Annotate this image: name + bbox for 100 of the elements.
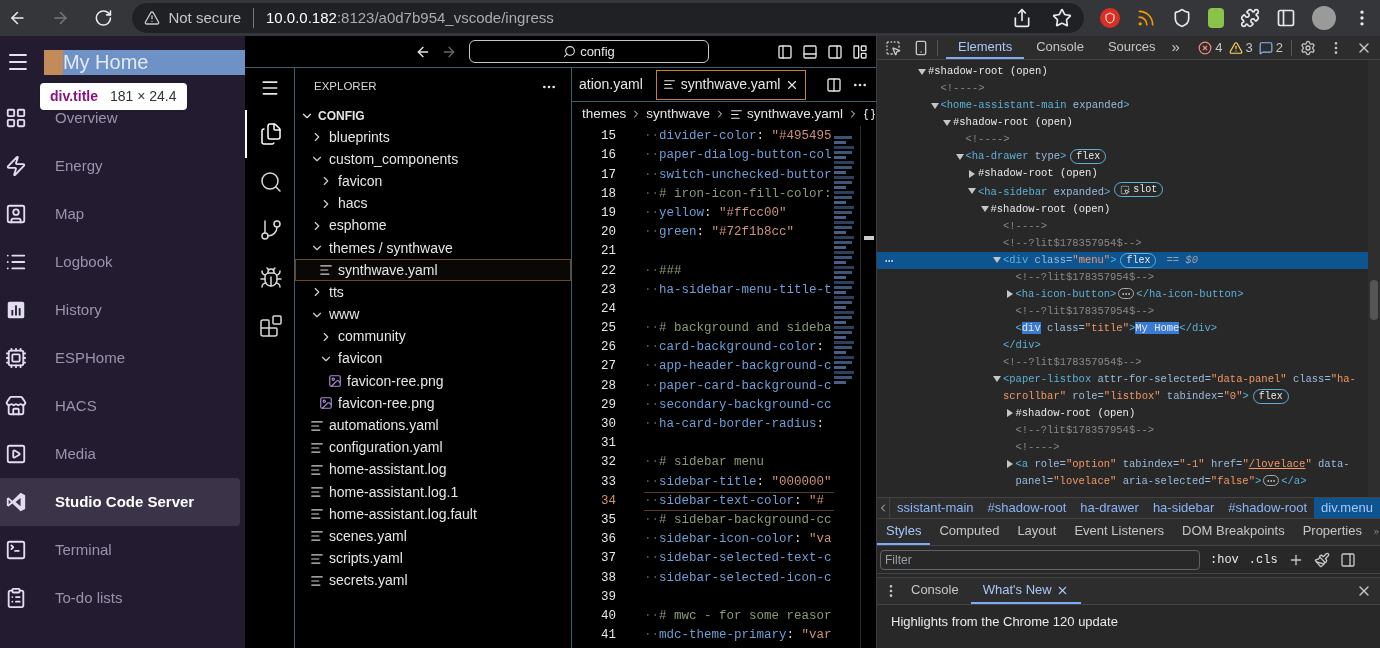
dom-node-row[interactable]: <ha-icon-button> </ha-icon-button> (877, 285, 1368, 303)
reload-button[interactable] (93, 8, 113, 28)
file-item[interactable]: configuration.yaml (295, 436, 571, 459)
file-item[interactable]: home-assistant.log.fault (295, 503, 571, 526)
pane-tab[interactable]: DOM Breakpoints (1173, 519, 1294, 545)
folder-item[interactable]: esphome (295, 214, 571, 237)
expanded-triangle-icon[interactable] (955, 152, 964, 161)
drawer-tab[interactable]: What's New (970, 578, 1081, 604)
nav-item[interactable]: To-do lists (0, 574, 240, 622)
collapsed-triangle-icon[interactable] (968, 169, 976, 178)
device-icon[interactable] (913, 39, 929, 56)
folder-item[interactable]: tts (295, 281, 571, 304)
nav-item[interactable]: Logbook (0, 238, 240, 286)
dom-node-row[interactable]: <home-assistant-main expanded> (877, 97, 1368, 114)
pane-tab[interactable]: Computed (930, 519, 1009, 545)
sidebar-toggle-icon[interactable] (1339, 551, 1356, 568)
nav-item[interactable]: Media (0, 430, 240, 478)
dom-node-row[interactable]: <a role="option" tabindex="-1" href="/lovelace" data-panel="lovelace" aria-selected="false"> </a> (877, 455, 1368, 490)
dom-node-row[interactable]: #shadow-root (open) (877, 200, 1368, 218)
dom-node-row[interactable]: <!----> (877, 131, 1368, 148)
pane-tab[interactable]: Event Listeners (1065, 519, 1174, 545)
collapsed-triangle-icon[interactable] (1005, 290, 1014, 298)
filter-field[interactable]: Filter (880, 549, 1200, 570)
folder-item[interactable]: custom_components (295, 148, 571, 171)
editor-tab[interactable]: synthwave.yaml (655, 69, 807, 100)
nav-item[interactable]: Map (0, 190, 240, 238)
section-header[interactable]: CONFIG (295, 106, 571, 126)
nav-item[interactable]: Energy (0, 142, 240, 190)
expanded-triangle-icon[interactable] (930, 101, 939, 110)
extension-icon[interactable] (1100, 8, 1120, 28)
settings-icon[interactable] (1300, 39, 1316, 56)
dom-node-row[interactable]: <!--?lit$178357954$--> (877, 421, 1368, 439)
pane-tab[interactable]: Properties (1293, 519, 1371, 545)
devtools-tab[interactable]: Console (1024, 36, 1096, 59)
command-search-field[interactable]: config (469, 40, 709, 63)
folder-item[interactable]: themes / synthwave (295, 236, 571, 260)
dom-node-row[interactable]: #shadow-root (open) (877, 114, 1368, 131)
inspect-icon[interactable] (885, 39, 901, 56)
devtools-tab[interactable]: Elements (946, 36, 1025, 59)
address-bar[interactable]: Not secure 10.0.0.182:8123/a0d7b954_vscode/ingress (132, 3, 1084, 33)
sidebar-toggle-icon[interactable] (777, 43, 793, 60)
folder-item[interactable]: www (295, 303, 571, 326)
folder-item[interactable]: community (295, 325, 571, 348)
dom-node-row[interactable]: <!--?lit$178357954$--> (877, 353, 1368, 371)
expanded-triangle-icon[interactable] (993, 256, 1001, 264)
file-item[interactable]: favicon-ree.png (295, 392, 571, 415)
extension-icon[interactable] (1208, 8, 1224, 28)
breadcrumb-item[interactable]: synthwave (646, 103, 711, 125)
nav-item[interactable]: History (0, 286, 240, 334)
dom-node-row[interactable]: <ha-drawer type> flex (877, 148, 1368, 165)
breadcrumb-item[interactable]: #shadow-root (980, 498, 1074, 518)
dom-node-row[interactable]: <div class="menu"> flex == $0 (877, 251, 1368, 269)
file-item[interactable]: synthwave.yaml (295, 259, 571, 282)
dom-node-row[interactable]: <!--?lit$178357954$--> (877, 302, 1368, 320)
panel-toggle-icon[interactable] (802, 43, 818, 60)
share-icon[interactable] (1012, 8, 1032, 28)
hov-button[interactable]: :hov (1210, 550, 1239, 569)
dom-node-row[interactable]: #shadow-root (open) (877, 63, 1368, 80)
expanded-triangle-icon[interactable] (918, 67, 926, 76)
layout-icon[interactable] (852, 43, 868, 60)
nav-item[interactable]: ESPHome (0, 334, 240, 382)
shield-icon[interactable] (1172, 8, 1192, 28)
expanded-triangle-icon[interactable] (968, 186, 976, 195)
folder-item[interactable]: blueprints (295, 126, 571, 149)
devtools-tab[interactable]: Sources (1095, 36, 1168, 59)
editor-tab[interactable]: ation.yaml (572, 69, 652, 100)
secondary-sidebar-icon[interactable] (827, 43, 843, 60)
dom-node-row[interactable]: <!----> (877, 217, 1368, 235)
pane-tab[interactable]: Styles (877, 519, 931, 545)
expanded-triangle-icon[interactable] (943, 118, 951, 127)
more-tabs[interactable]: » (1171, 36, 1180, 59)
dom-node-row[interactable]: <!--?lit$178357954$--> (877, 234, 1368, 252)
file-item[interactable]: favicon-ree.png (295, 370, 571, 393)
file-item[interactable]: secrets.yaml (295, 569, 571, 592)
folder-item[interactable]: hacs (295, 192, 571, 215)
breadcrumb-item[interactable]: ssistant-main (890, 498, 981, 518)
drawer-tab[interactable]: Console (899, 578, 971, 604)
folder-item[interactable]: favicon (295, 347, 571, 371)
file-item[interactable]: automations.yaml (295, 414, 571, 437)
breadcrumb-item[interactable]: div.menu (1314, 498, 1380, 518)
breadcrumb-item[interactable]: ha-sidebar (1145, 498, 1222, 518)
folder-item[interactable]: favicon (295, 170, 571, 193)
pane-tab[interactable]: Layout (1008, 519, 1066, 545)
breadcrumb-item[interactable]: ha-drawer (1073, 498, 1146, 518)
file-item[interactable]: home-assistant.log.1 (295, 481, 571, 504)
nav-item[interactable]: Terminal (0, 526, 240, 574)
breadcrumb-item[interactable]: themes (582, 103, 627, 125)
dom-node-row[interactable]: #shadow-root (open) (877, 404, 1368, 422)
scrollbar-thumb[interactable] (1370, 280, 1378, 320)
nav-item[interactable]: Studio Code Server (0, 478, 240, 526)
nav-item[interactable]: HACS (0, 382, 240, 430)
file-item[interactable]: home-assistant.log (295, 458, 571, 481)
file-item[interactable]: scenes.yaml (295, 525, 571, 548)
collapsed-triangle-icon[interactable] (1005, 409, 1014, 417)
paintbrush-icon[interactable] (1313, 551, 1330, 568)
collapsed-triangle-icon[interactable] (1005, 460, 1014, 468)
dom-node-row[interactable]: </div> (877, 336, 1368, 354)
dom-node-row[interactable]: <paper-listbox attr-for-selected="data-panel" class="ha-scrollbar" role="listbox" tabindex="0"> flex (877, 370, 1368, 405)
scrollbar-thumb[interactable] (864, 236, 874, 240)
side-panel-icon[interactable] (1276, 8, 1296, 28)
